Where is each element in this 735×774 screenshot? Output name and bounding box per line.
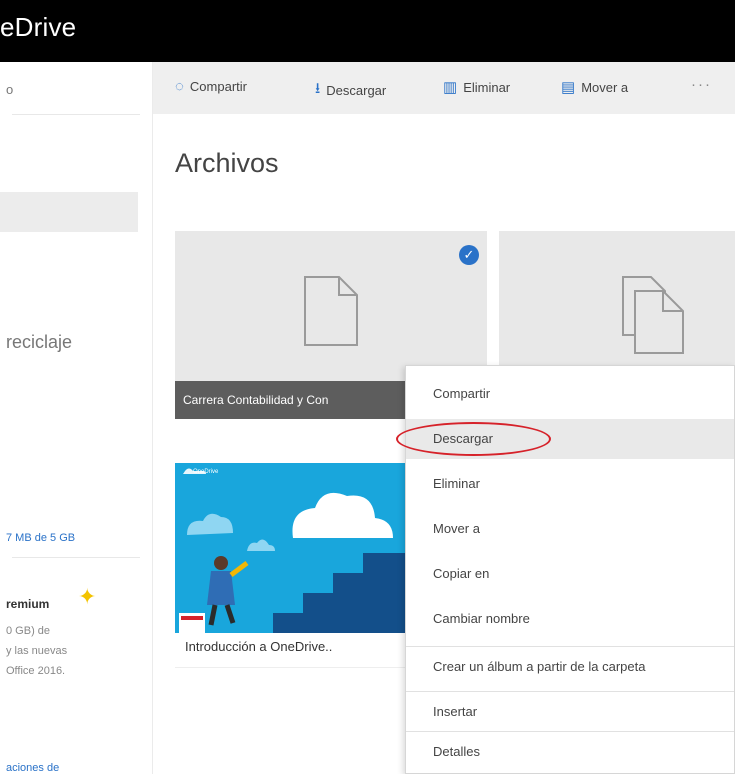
more-options-button[interactable]: ···	[691, 76, 712, 93]
menu-item-download[interactable]: Descargar	[396, 419, 734, 459]
selected-check-icon[interactable]: ✓	[459, 245, 479, 265]
menu-item-embed[interactable]: Insertar	[406, 691, 734, 731]
download-icon: ⭳	[315, 80, 321, 97]
promo-more-link[interactable]: aciones de	[6, 762, 59, 774]
file-icon	[304, 276, 358, 346]
top-bar: eDrive	[0, 0, 735, 62]
context-menu: Compartir Descargar Eliminar Mover a Cop…	[396, 365, 735, 774]
move-to-button[interactable]: ▤ Mover a	[561, 78, 628, 96]
menu-item-create-album[interactable]: Crear un álbum a partir de la carpeta	[406, 646, 734, 686]
divider	[12, 114, 140, 115]
menu-item-share[interactable]: Compartir	[406, 374, 734, 414]
menu-item-move-to[interactable]: Mover a	[406, 509, 734, 549]
move-label: Mover a	[581, 79, 629, 95]
divider	[12, 557, 140, 558]
files-icon	[622, 276, 684, 354]
delete-label: Eliminar	[463, 79, 511, 95]
delete-button[interactable]: ▥ Eliminar	[443, 78, 510, 96]
page-title: Archivos	[175, 148, 279, 178]
download-button[interactable]: ⭳ Descargar	[315, 78, 386, 103]
share-button[interactable]: ◌ Compartir	[175, 78, 247, 95]
thumbnail-brand: OneDrive	[193, 469, 219, 475]
sidebar-item-files[interactable]	[0, 192, 138, 232]
premium-promo-title: remium	[6, 597, 50, 611]
promo-text-line: y las nuevas	[6, 645, 68, 657]
app-title[interactable]: eDrive	[0, 12, 76, 43]
share-label: Compartir	[189, 79, 247, 94]
promo-text-line: Office 2016.	[6, 665, 66, 677]
menu-item-copy-to[interactable]: Copiar en	[406, 554, 734, 594]
sidebar-item-recycle-bin[interactable]: reciclaje	[6, 332, 72, 353]
sparkle-icon: ✦	[78, 584, 97, 609]
onedrive-thumbnail: OneDrive	[175, 463, 405, 633]
share-icon: ◌	[175, 78, 184, 95]
search-input[interactable]: o	[6, 82, 13, 97]
move-icon: ▤	[561, 79, 576, 96]
file-tile[interactable]: OneDrive Introducción a OneDrive..	[175, 463, 405, 668]
file-name: Introducción a OneDrive..	[185, 639, 333, 654]
promo-text-line: 0 GB) de	[6, 625, 51, 637]
red-highlight-circle	[396, 422, 551, 456]
command-bar: ◌ Compartir ⭳ Descargar ▥ Eliminar ▤ Mov…	[153, 62, 735, 114]
thumbnail-illustration	[175, 463, 405, 633]
storage-usage-link[interactable]: 7 MB de 5 GB	[6, 532, 75, 544]
sidebar: o reciclaje 7 MB de 5 GB remium ✦ 0 GB) …	[0, 62, 153, 774]
menu-item-rename[interactable]: Cambiar nombre	[406, 599, 734, 639]
trash-icon: ▥	[443, 79, 458, 96]
menu-item-delete[interactable]: Eliminar	[406, 464, 734, 504]
menu-item-details[interactable]: Detalles	[406, 731, 734, 771]
download-label: Descargar	[326, 83, 387, 98]
